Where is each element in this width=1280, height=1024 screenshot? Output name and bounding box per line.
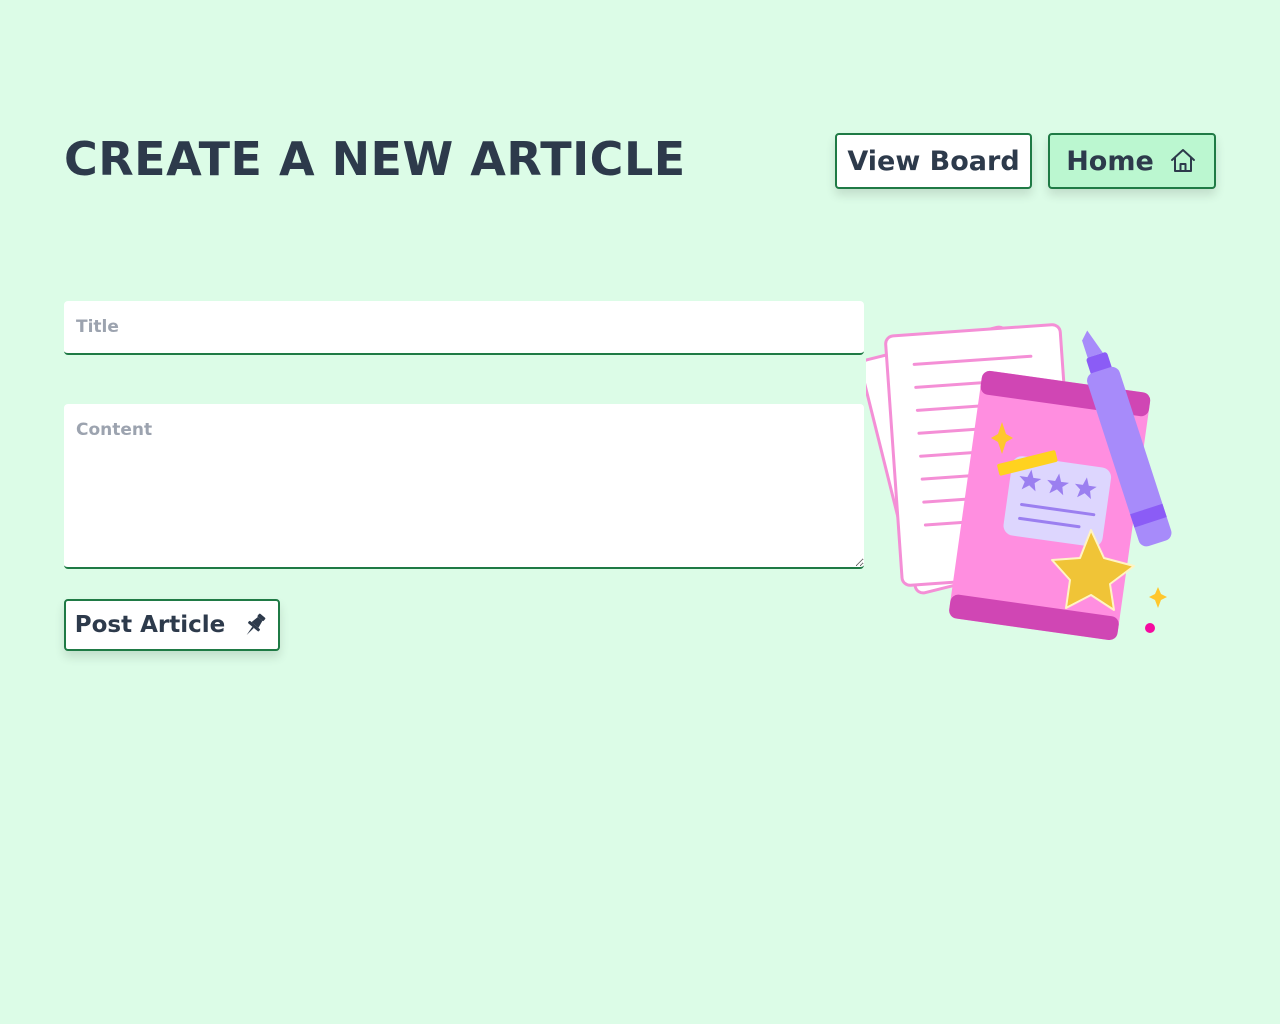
content-textarea[interactable]: [64, 404, 864, 569]
post-article-label: Post Article: [74, 612, 226, 638]
home-icon: [1168, 146, 1198, 176]
view-board-button[interactable]: View Board: [835, 133, 1032, 189]
view-board-label: View Board: [847, 145, 1020, 177]
home-button[interactable]: Home: [1048, 133, 1216, 189]
pushpin-icon: [241, 611, 269, 639]
page-header: CREATE A NEW ARTICLE View Board Home: [64, 133, 1216, 189]
article-form: Post Article: [64, 301, 864, 651]
page-title: CREATE A NEW ARTICLE: [64, 132, 686, 186]
home-label: Home: [1066, 145, 1154, 177]
post-article-button[interactable]: Post Article: [64, 599, 280, 651]
title-input[interactable]: [64, 301, 864, 355]
notebook-illustration: [859, 310, 1216, 650]
